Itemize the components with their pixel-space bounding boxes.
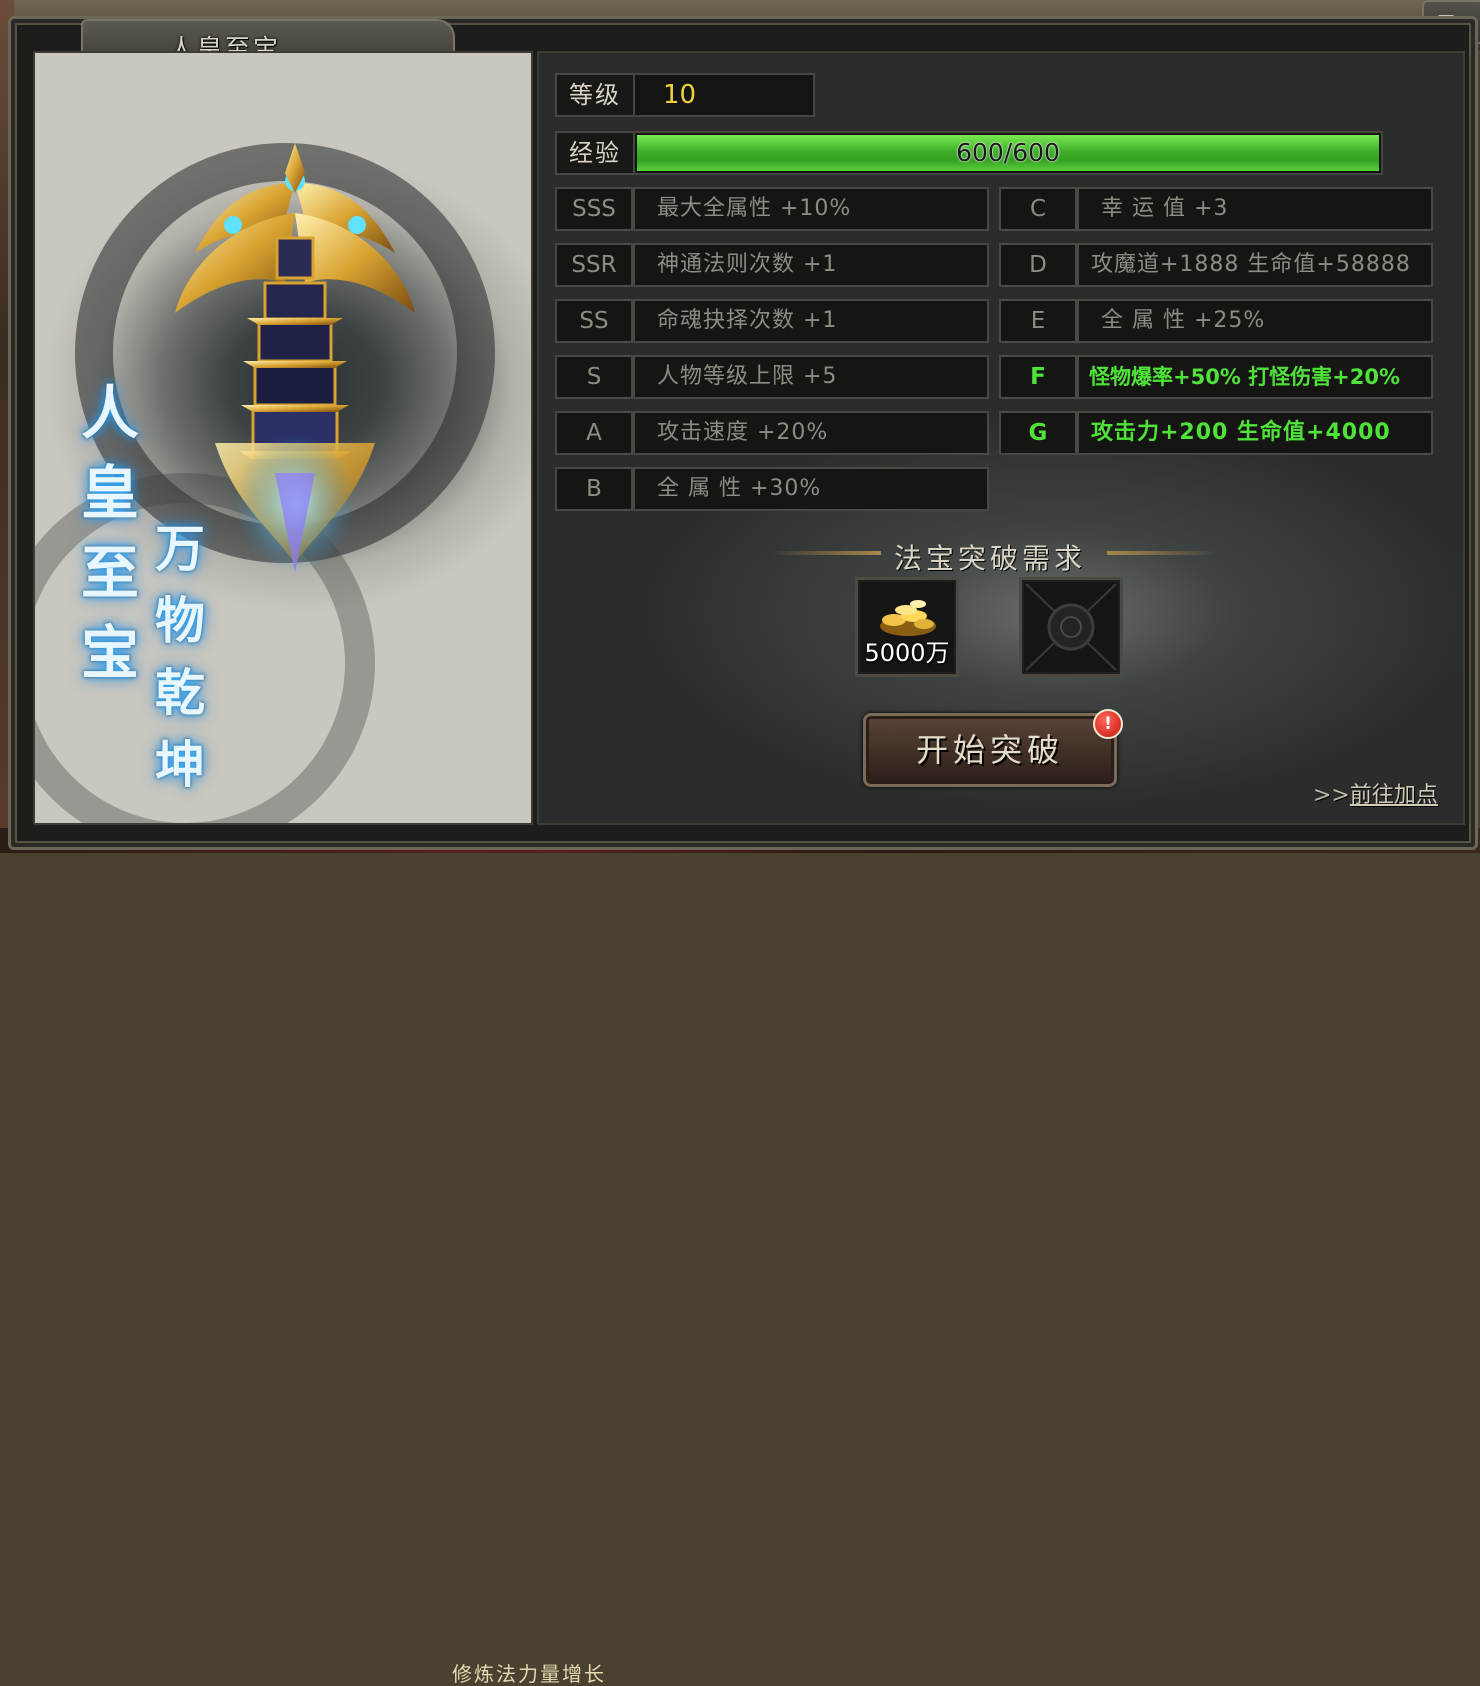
level-value-box: 10	[633, 73, 815, 117]
exp-bar-container: 600/600	[633, 131, 1383, 175]
attr-text-f: 怪物爆率+50% 打怪伤害+20%	[1077, 355, 1433, 399]
goto-arrow: >>	[1313, 783, 1350, 808]
attr-grade-c: C	[999, 187, 1077, 231]
art-calligraphy-col2: 万 物 乾 坤	[145, 513, 215, 801]
attr-grade-ssr: SSR	[555, 243, 633, 287]
exp-label: 经验	[555, 131, 635, 175]
level-value: 10	[663, 80, 697, 110]
attr-grade-d: D	[999, 243, 1077, 287]
attr-text-a: 攻击速度 +20%	[633, 411, 989, 455]
attr-grade-e: E	[999, 299, 1077, 343]
attr-grade-a: A	[555, 411, 633, 455]
art-char: 人	[80, 379, 139, 447]
scene-bottom-text: 修炼法力量增长	[452, 1662, 606, 1686]
empty-slot-icon	[1025, 583, 1117, 671]
art-char: 乾	[155, 663, 205, 722]
attr-grade-b: B	[555, 467, 633, 511]
start-breakthrough-button[interactable]: 开始突破	[863, 713, 1117, 787]
attr-grade-sss: SSS	[555, 187, 633, 231]
art-char: 坤	[155, 735, 205, 794]
goto-label: 前往加点	[1349, 783, 1438, 808]
attr-text-ss: 命魂抉择次数 +1	[633, 299, 989, 343]
gold-requirement-slot[interactable]: 5000万	[855, 577, 959, 677]
exp-text: 600/600	[956, 138, 1060, 167]
attr-text-g: 攻击力+200 生命值+4000	[1077, 411, 1433, 455]
attr-grade-g: G	[999, 411, 1077, 455]
attr-text-b: 全 属 性 +30%	[633, 467, 989, 511]
gold-count: 5000万	[864, 639, 950, 667]
art-char: 皇	[80, 459, 139, 527]
item-requirement-slot[interactable]	[1019, 577, 1123, 677]
art-char: 万	[155, 519, 205, 578]
treasure-info-panel: 等级 10 经验 600/600 SSS 最大全属性 +10% SSR 神通法则…	[537, 51, 1465, 825]
attr-grade-ss: SS	[555, 299, 633, 343]
attr-grade-f: F	[999, 355, 1077, 399]
alert-badge: !	[1093, 709, 1123, 739]
art-calligraphy-col1: 人 皇 至 宝	[75, 373, 145, 693]
art-char: 至	[80, 539, 139, 607]
attr-text-d: 攻魔道+1888 生命值+58888	[1077, 243, 1433, 287]
attr-grade-s: S	[555, 355, 633, 399]
treasure-art-panel: 人 皇 至 宝 万 物 乾 坤	[33, 51, 533, 825]
requirements-title: 法宝突破需求	[893, 542, 1086, 575]
attr-text-c: 幸 运 值 +3	[1077, 187, 1433, 231]
art-char: 物	[155, 591, 205, 650]
attr-text-ssr: 神通法则次数 +1	[633, 243, 989, 287]
treasure-window: 人皇至宝 人 皇 至 宝 万 物 乾 坤 等级 10 经验 600/600 SS…	[8, 16, 1478, 850]
goto-add-points-link[interactable]: >>前往加点	[1313, 777, 1438, 809]
attr-text-e: 全 属 性 +25%	[1077, 299, 1433, 343]
attr-text-s: 人物等级上限 +5	[633, 355, 989, 399]
level-label: 等级	[555, 73, 635, 117]
art-char: 宝	[80, 619, 139, 687]
attr-text-sss: 最大全属性 +10%	[633, 187, 989, 231]
